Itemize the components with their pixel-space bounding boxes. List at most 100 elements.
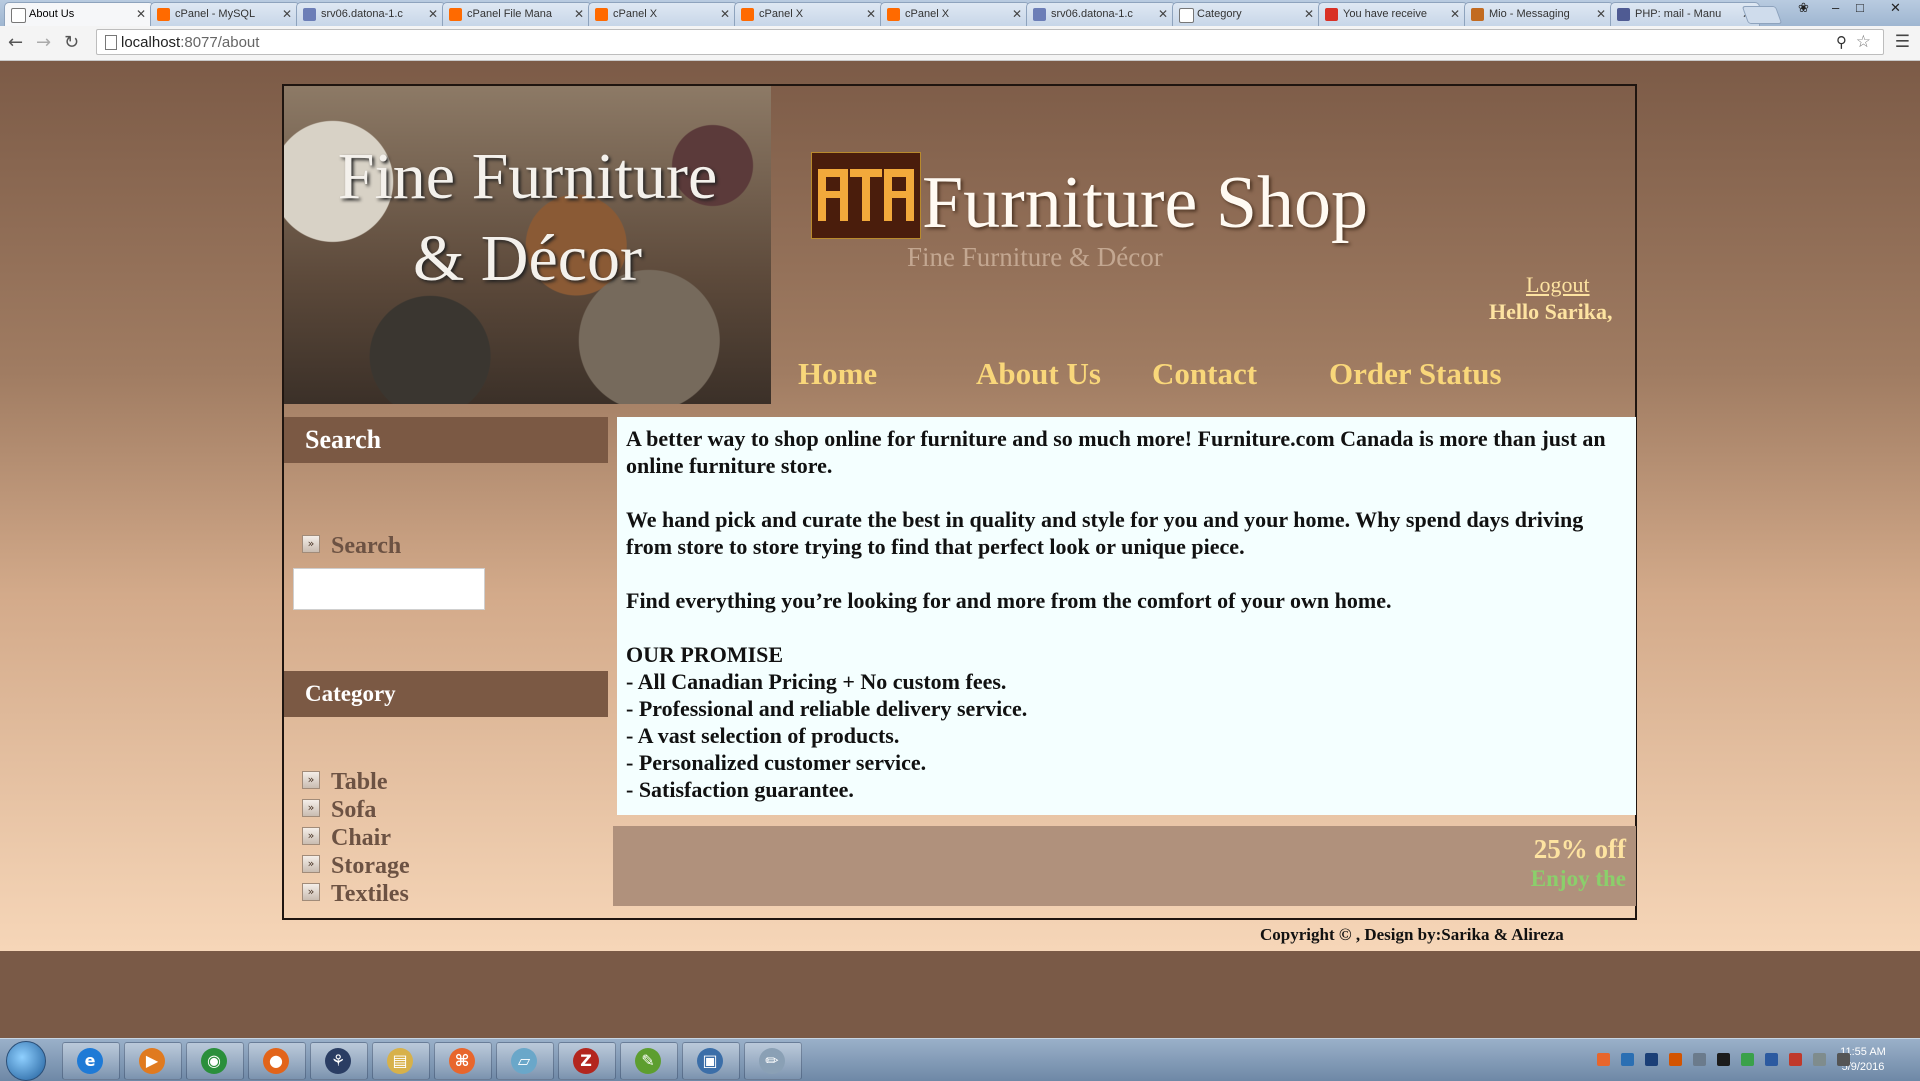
tray-icon[interactable] [1765, 1053, 1778, 1066]
about-paragraph-2: We hand pick and curate the best in qual… [626, 507, 1584, 559]
nav-home[interactable]: Home [798, 356, 877, 392]
back-icon[interactable]: ← [8, 32, 23, 53]
logout-link[interactable]: Logout [1526, 272, 1590, 298]
tab-close-icon[interactable]: ✕ [1596, 7, 1606, 21]
browser-tab[interactable]: Category ✕ [1172, 2, 1322, 26]
category-link-sofa[interactable]: Sofa [331, 797, 376, 824]
hero-text-line1: Fine Furniture [337, 140, 718, 213]
nav-contact[interactable]: Contact [1152, 356, 1257, 392]
menu-icon[interactable]: ☰ [1895, 32, 1910, 52]
bookmark-star-icon[interactable]: ☆ [1856, 32, 1871, 52]
tray-icon[interactable] [1669, 1053, 1682, 1066]
media-player-icon: ▶ [139, 1048, 165, 1074]
paint-icon: ✏ [759, 1048, 785, 1074]
taskbar-app[interactable]: ✎ [620, 1042, 678, 1080]
taskbar-app[interactable]: ▣ [682, 1042, 740, 1080]
reload-icon[interactable]: ↻ [64, 32, 79, 53]
category-link-storage[interactable]: Storage [331, 853, 410, 880]
taskbar-app[interactable]: ✏ [744, 1042, 802, 1080]
close-window-button[interactable]: ✕ [1890, 0, 1901, 16]
tab-close-icon[interactable]: ✕ [1158, 7, 1168, 21]
tab-close-icon[interactable]: ✕ [574, 7, 584, 21]
tab-close-icon[interactable]: ✕ [1304, 7, 1314, 21]
tab-close-icon[interactable]: ✕ [428, 7, 438, 21]
nav-about-us[interactable]: About Us [976, 356, 1101, 392]
zoom-icon[interactable]: ⚲ [1836, 33, 1847, 51]
about-content: A better way to shop online for furnitur… [617, 417, 1636, 815]
page-icon [11, 8, 26, 23]
browser-tab[interactable]: cPanel X ✕ [588, 2, 738, 26]
taskbar-app[interactable]: ⌘ [434, 1042, 492, 1080]
browser-tab[interactable]: srv06.datona-1.c ✕ [296, 2, 446, 26]
url-text: localhost:8077/about [121, 34, 259, 51]
browser-tab[interactable]: cPanel X ✕ [734, 2, 884, 26]
arrow-bullet-icon: » [302, 799, 320, 817]
tab-close-icon[interactable]: ✕ [866, 7, 876, 21]
forward-icon[interactable]: → [36, 32, 51, 53]
taskbar-app[interactable]: ▱ [496, 1042, 554, 1080]
tray-icon[interactable] [1789, 1053, 1802, 1066]
tab-title: Mio - Messaging [1489, 8, 1570, 20]
taskbar-app[interactable]: ▶ [124, 1042, 182, 1080]
tab-title: Category [1197, 8, 1242, 20]
shop-title: Furniture Shop [922, 162, 1369, 244]
promise-item: - A vast selection of products. [626, 723, 900, 748]
category-heading: Category [284, 671, 608, 717]
tray-icon[interactable] [1597, 1053, 1610, 1066]
tab-close-icon[interactable]: ✕ [1450, 7, 1460, 21]
maximize-button[interactable]: □ [1856, 0, 1864, 15]
tray-icon[interactable] [1693, 1053, 1706, 1066]
address-bar[interactable]: localhost:8077/about ⚲ ☆ [96, 29, 1884, 55]
category-link-table[interactable]: Table [331, 769, 387, 796]
tab-close-icon[interactable]: ✕ [1012, 7, 1022, 21]
nav-order-status[interactable]: Order Status [1329, 356, 1502, 392]
gmail-icon [1325, 8, 1338, 21]
page-icon [105, 35, 117, 50]
shop-subtitle: Fine Furniture & Décor [907, 242, 1163, 272]
category-link-textiles[interactable]: Textiles [331, 881, 409, 908]
tray-icon[interactable] [1813, 1053, 1826, 1066]
taskbar-app[interactable]: ▤ [372, 1042, 430, 1080]
tab-close-icon[interactable]: ✕ [282, 7, 292, 21]
tray-icon[interactable] [1717, 1053, 1730, 1066]
promise-item: - Personalized customer service. [626, 750, 927, 775]
url-path: :8077/about [180, 34, 260, 51]
search-input[interactable] [293, 568, 485, 610]
browser-tab[interactable]: cPanel File Mana ✕ [442, 2, 592, 26]
greeting-text: Hello Sarika, [1489, 299, 1613, 324]
browser-tab[interactable]: cPanel - MySQL ✕ [150, 2, 300, 26]
new-tab-button[interactable] [1741, 6, 1783, 24]
tray-icon[interactable] [1837, 1053, 1850, 1066]
taskbar-app[interactable]: ● [248, 1042, 306, 1080]
taskbar-app[interactable]: ◉ [186, 1042, 244, 1080]
browser-tab[interactable]: About Us ✕ [4, 2, 154, 26]
tab-title: cPanel X [613, 8, 658, 20]
browser-tab[interactable]: PHP: mail - Manu✕ [1610, 2, 1760, 26]
taskbar-app[interactable]: ⚘ [310, 1042, 368, 1080]
cpanel-icon [449, 8, 462, 21]
arrow-bullet-icon: » [302, 771, 320, 789]
cpanel-icon [595, 8, 608, 21]
tab-close-icon[interactable]: ✕ [720, 7, 730, 21]
tray-icon[interactable] [1645, 1053, 1658, 1066]
category-link-chair[interactable]: Chair [331, 825, 391, 852]
taskbar-app[interactable]: e [62, 1042, 120, 1080]
tray-icon[interactable] [1621, 1053, 1634, 1066]
php-icon [1617, 8, 1630, 21]
minimize-button[interactable]: – [1832, 0, 1839, 15]
start-button[interactable] [6, 1041, 46, 1081]
internet-explorer-icon: e [77, 1048, 103, 1074]
user-icon[interactable]: ❀ [1798, 0, 1809, 16]
page-viewport: Fine Furniture & Décor Furniture Shop Fi… [0, 61, 1920, 951]
promise-heading: OUR PROMISE [626, 642, 784, 667]
search-heading: Search [284, 417, 608, 463]
phpmyadmin-icon [1033, 8, 1046, 21]
browser-tab[interactable]: Mio - Messaging ✕ [1464, 2, 1614, 26]
about-paragraph-1: A better way to shop online for furnitur… [626, 426, 1606, 478]
browser-tab[interactable]: srv06.datona-1.c ✕ [1026, 2, 1176, 26]
taskbar-app[interactable]: Z [558, 1042, 616, 1080]
browser-tab[interactable]: cPanel X ✕ [880, 2, 1030, 26]
browser-tab[interactable]: You have receive ✕ [1318, 2, 1468, 26]
tab-close-icon[interactable]: ✕ [136, 7, 146, 21]
tray-icon[interactable] [1741, 1053, 1754, 1066]
